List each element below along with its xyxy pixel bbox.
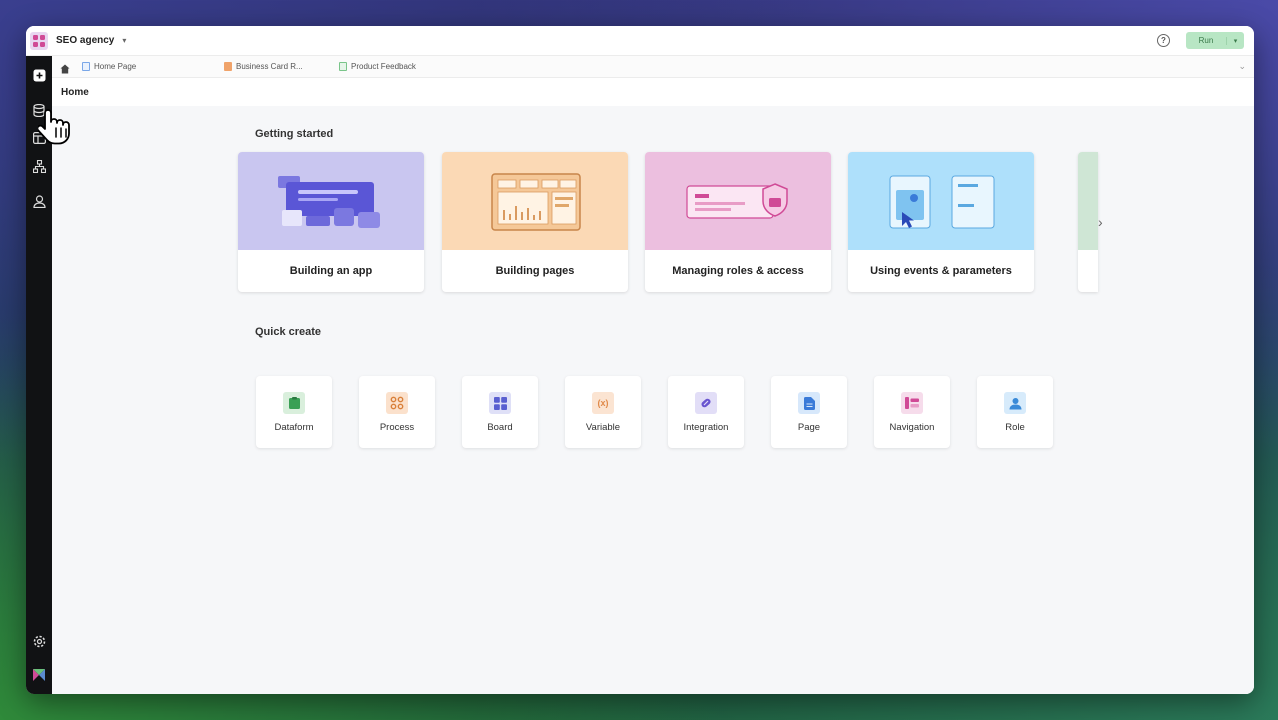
brand-logo-icon <box>32 668 46 682</box>
tab-product-feedback[interactable]: Product Feedback <box>339 62 416 71</box>
quick-create-board[interactable]: Board <box>462 376 538 448</box>
help-icon[interactable]: ? <box>1157 34 1170 47</box>
hand-pointer-cursor-icon <box>38 109 70 145</box>
page-title: Home <box>61 87 89 98</box>
navigation-icon <box>901 392 923 414</box>
variable-icon: (x) <box>592 392 614 414</box>
main-content: Getting started Building an app Building… <box>52 106 1254 694</box>
home-icon[interactable] <box>60 61 70 79</box>
role-icon <box>1004 392 1026 414</box>
page-icon <box>82 62 90 71</box>
card-illustration <box>848 152 1034 250</box>
page-tab-bar: Home Page Business Card R... Product Fee… <box>52 56 1254 78</box>
tab-label: Product Feedback <box>351 62 416 71</box>
tab-label: Home Page <box>94 62 137 71</box>
quick-create-navigation[interactable]: Navigation <box>874 376 950 448</box>
card-illustration <box>442 152 628 250</box>
process-icon <box>386 392 408 414</box>
app-switcher-chevron-down-icon[interactable]: ▾ <box>122 36 126 45</box>
quick-create-integration[interactable]: Integration <box>668 376 744 448</box>
dataform-icon <box>339 62 347 71</box>
tabs-overflow-chevron-down-icon[interactable]: ⌄ <box>1238 61 1246 72</box>
quick-create-page[interactable]: Page <box>771 376 847 448</box>
quick-create-role[interactable]: Role <box>977 376 1053 448</box>
card-illustration <box>645 152 831 250</box>
card-managing-roles-access[interactable]: Managing roles & access <box>645 152 831 292</box>
quick-create-label: Integration <box>683 422 729 433</box>
board-icon <box>489 392 511 414</box>
quick-create-title: Quick create <box>255 326 322 338</box>
card-label: Managing roles & access <box>672 265 804 277</box>
board-icon <box>224 62 232 71</box>
getting-started-title: Getting started <box>255 128 334 140</box>
card-label: Building an app <box>289 265 373 277</box>
app-logo-icon[interactable] <box>30 31 48 50</box>
hierarchy-icon[interactable] <box>32 159 46 173</box>
tab-home-page[interactable]: Home Page <box>82 62 136 71</box>
page-icon <box>798 392 820 414</box>
quick-create-label: Page <box>797 422 821 433</box>
card-label: Building pages <box>495 265 575 277</box>
quick-create-label: Process <box>379 422 415 433</box>
card-label: Using events & parameters <box>870 265 1012 277</box>
users-icon[interactable] <box>32 194 46 208</box>
integration-icon <box>695 392 717 414</box>
app-name[interactable]: SEO agency <box>56 35 114 46</box>
add-icon[interactable] <box>32 68 46 82</box>
quick-create-label: Dataform <box>274 422 314 433</box>
card-building-an-app[interactable]: Building an app <box>238 152 424 292</box>
quick-create-dataform[interactable]: Dataform <box>256 376 332 448</box>
quick-create-process[interactable]: Process <box>359 376 435 448</box>
tab-business-card[interactable]: Business Card R... <box>224 62 303 71</box>
left-sidebar <box>26 56 52 694</box>
quick-create-variable[interactable]: (x) Variable <box>565 376 641 448</box>
run-button-label: Run <box>1198 36 1214 45</box>
app-window: SEO agency ▾ ? Run ▾ Home Page Business … <box>26 26 1254 694</box>
run-button[interactable]: Run ▾ <box>1186 32 1244 49</box>
quick-create-label: Navigation <box>889 422 935 433</box>
carousel-next-chevron-right-icon[interactable]: › <box>1098 214 1103 230</box>
quick-create-label: Board <box>487 422 513 433</box>
top-bar: SEO agency ▾ ? Run ▾ <box>26 26 1254 56</box>
card-next-preview[interactable] <box>1078 152 1098 292</box>
settings-gear-icon[interactable] <box>32 634 46 648</box>
tab-label: Business Card R... <box>236 62 303 71</box>
dataform-icon <box>283 392 305 414</box>
card-building-pages[interactable]: Building pages <box>442 152 628 292</box>
card-illustration <box>238 152 424 250</box>
card-using-events-parameters[interactable]: Using events & parameters <box>848 152 1034 292</box>
quick-create-label: Role <box>1005 422 1025 433</box>
page-header: Home <box>52 78 1254 106</box>
quick-create-label: Variable <box>585 422 621 433</box>
run-dropdown-chevron-down-icon[interactable]: ▾ <box>1226 36 1244 45</box>
